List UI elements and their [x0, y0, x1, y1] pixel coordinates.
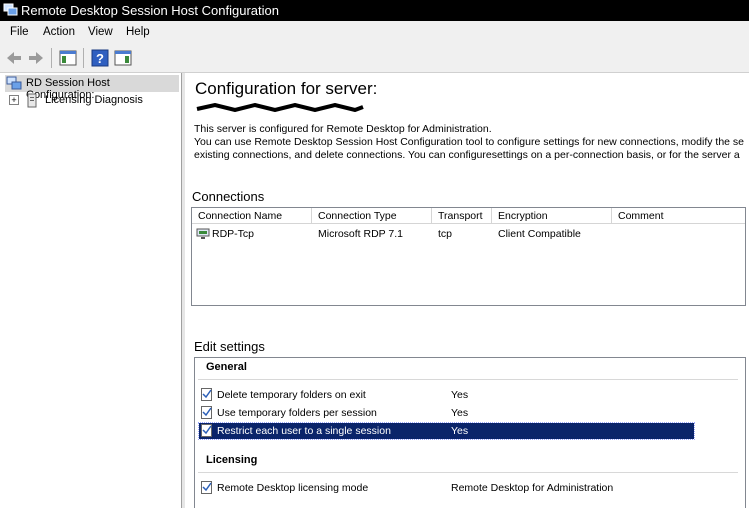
svg-text:?: ?: [96, 51, 104, 66]
expand-icon[interactable]: +: [9, 95, 19, 105]
group-header-licensing: Licensing: [206, 454, 258, 466]
setting-use-temp-folders[interactable]: Use temporary folders per session Yes: [199, 405, 694, 421]
column-header-encryption[interactable]: Encryption: [492, 208, 612, 224]
toolbar-separator: [83, 48, 84, 68]
column-header-connection-type[interactable]: Connection Type: [312, 208, 432, 224]
pane-splitter[interactable]: [182, 73, 185, 508]
cell-encryption: Client Compatible: [498, 228, 581, 240]
setting-name: Restrict each user to a single session: [217, 425, 391, 437]
back-arrow-icon[interactable]: [4, 48, 24, 68]
main-pane: Configuration for server: This server is…: [186, 73, 749, 508]
app-icon: [3, 3, 18, 16]
group-divider: [198, 472, 738, 473]
connection-icon: [196, 228, 210, 239]
setting-name: Remote Desktop licensing mode: [217, 482, 369, 494]
forward-arrow-icon[interactable]: [26, 48, 46, 68]
description-line: You can use Remote Desktop Session Host …: [194, 136, 745, 148]
table-row[interactable]: RDP-Tcp Microsoft RDP 7.1 tcp Client Com…: [192, 226, 745, 242]
show-hide-console-tree-icon[interactable]: [58, 48, 78, 68]
page-title: Configuration for server:: [195, 79, 378, 98]
licensing-diagnosis-icon: [27, 93, 37, 108]
description-line: existing connections, and delete connect…: [194, 149, 740, 161]
menu-view[interactable]: View: [88, 26, 113, 38]
column-header-connection-name[interactable]: Connection Name: [192, 208, 312, 224]
rd-session-host-icon: [6, 76, 22, 90]
setting-restrict-single-session[interactable]: Restrict each user to a single session Y…: [198, 422, 695, 440]
cell-connection-name: RDP-Tcp: [212, 228, 255, 240]
setting-value: Yes: [451, 389, 469, 401]
setting-value: Yes: [451, 425, 469, 437]
setting-icon: [201, 388, 212, 401]
tree-item-rd-session-host-configuration[interactable]: RD Session Host Configuration:: [5, 75, 179, 101]
cell-transport: tcp: [438, 228, 453, 240]
window-title: Remote Desktop Session Host Configuratio…: [21, 3, 279, 18]
setting-name: Delete temporary folders on exit: [217, 389, 366, 401]
setting-value: Yes: [451, 407, 469, 419]
menu-help[interactable]: Help: [126, 26, 150, 38]
menu-file[interactable]: File: [10, 26, 29, 38]
edit-settings-panel: General Delete temporary folders on exit…: [194, 357, 746, 508]
menu-bar: File Action View Help: [0, 21, 749, 43]
tree-item-label: Licensing Diagnosis: [45, 94, 143, 106]
menu-action[interactable]: Action: [43, 26, 75, 38]
console-tree: RD Session Host Configuration: + Licensi…: [0, 73, 182, 508]
redacted-server-name: [196, 103, 364, 112]
show-hide-action-pane-icon[interactable]: [113, 48, 133, 68]
tree-item-licensing-diagnosis[interactable]: + Licensing Diagnosis: [9, 92, 169, 109]
connections-table: Connection Name Connection Type Transpor…: [191, 207, 746, 306]
setting-icon: [201, 424, 212, 437]
column-header-transport[interactable]: Transport: [432, 208, 492, 224]
setting-value: Remote Desktop for Administration: [451, 482, 614, 494]
setting-delete-temp-folders[interactable]: Delete temporary folders on exit Yes: [199, 387, 694, 403]
toolbar: ?: [0, 43, 749, 73]
setting-icon: [201, 481, 212, 494]
connections-title: Connections: [192, 189, 265, 204]
description-line: This server is configured for Remote Des…: [194, 123, 492, 135]
setting-icon: [201, 406, 212, 419]
setting-licensing-mode[interactable]: Remote Desktop licensing mode Remote Des…: [199, 480, 694, 496]
column-header-comment[interactable]: Comment: [612, 208, 745, 224]
setting-name: Use temporary folders per session: [217, 407, 377, 419]
help-icon[interactable]: ?: [90, 48, 110, 68]
toolbar-separator: [51, 48, 52, 68]
group-header-general: General: [206, 361, 247, 373]
cell-connection-type: Microsoft RDP 7.1: [318, 228, 403, 240]
title-bar: Remote Desktop Session Host Configuratio…: [0, 0, 749, 21]
edit-settings-title: Edit settings: [194, 339, 265, 354]
group-divider: [198, 379, 738, 380]
